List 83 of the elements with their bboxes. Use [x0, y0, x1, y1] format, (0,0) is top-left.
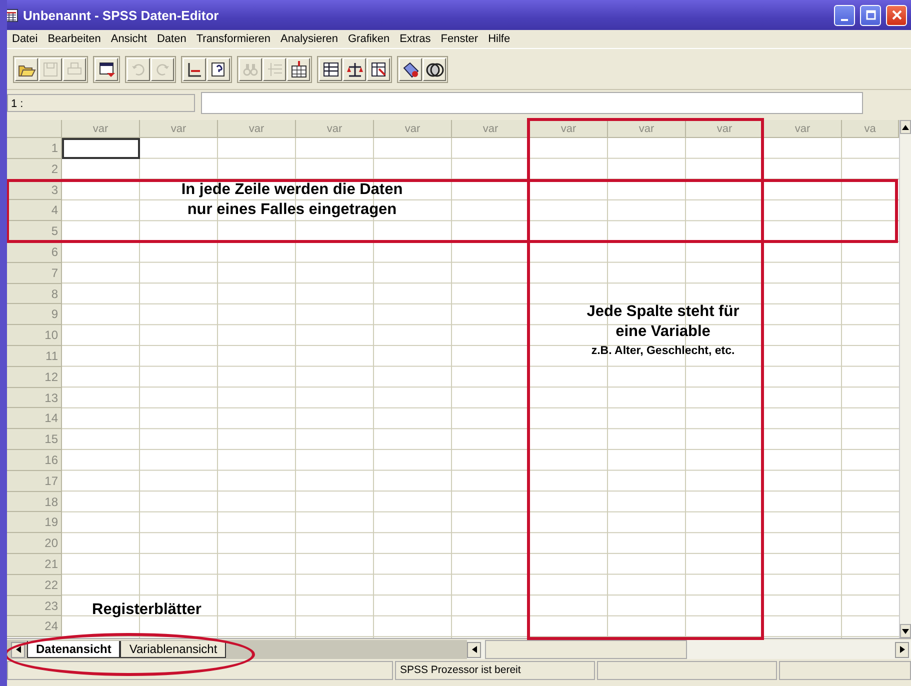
- column-header[interactable]: var: [140, 120, 218, 138]
- row-header[interactable]: 21: [7, 554, 62, 575]
- cell-reference: 1 :: [7, 94, 195, 112]
- column-header[interactable]: var: [296, 120, 374, 138]
- row-header[interactable]: 15: [7, 429, 62, 450]
- row-header[interactable]: 7: [7, 262, 62, 284]
- row-header[interactable]: 17: [7, 470, 62, 492]
- menu-item[interactable]: Datei: [7, 33, 43, 45]
- maximize-button[interactable]: [860, 4, 881, 26]
- column-header[interactable]: var: [608, 120, 686, 138]
- toolbar-button[interactable]: [343, 58, 366, 80]
- toolbar-button[interactable]: [287, 58, 310, 80]
- column-header[interactable]: var: [218, 120, 296, 138]
- column-header[interactable]: va: [842, 120, 899, 138]
- annotation-text: In jede Zeile werden die Daten nur eines Falles eingetragen: [180, 180, 404, 220]
- tag-icon: [401, 60, 420, 78]
- row-header[interactable]: 13: [7, 388, 62, 408]
- row-header[interactable]: 4: [7, 200, 62, 222]
- toolbar-button[interactable]: [207, 58, 230, 80]
- toolbar-button[interactable]: [399, 58, 422, 80]
- menu-item[interactable]: Transformieren: [191, 33, 276, 45]
- menu-item[interactable]: Fenster: [436, 33, 484, 45]
- column-header[interactable]: var: [452, 120, 530, 138]
- row-header[interactable]: 8: [7, 284, 62, 304]
- toolbar-button[interactable]: [367, 58, 390, 80]
- up-arrow-icon: [902, 124, 909, 130]
- column-header[interactable]: var: [62, 120, 140, 138]
- row-header[interactable]: 9: [7, 304, 62, 326]
- sheet-tab[interactable]: Datenansicht: [27, 641, 120, 658]
- row-header[interactable]: 18: [7, 492, 62, 512]
- column-header[interactable]: var: [686, 120, 764, 138]
- toolbar-button[interactable]: [183, 58, 206, 80]
- row-header[interactable]: 14: [7, 408, 62, 430]
- menu-item[interactable]: Daten: [152, 33, 192, 45]
- cell-editor-field[interactable]: [201, 92, 863, 114]
- scroll-right-icon: [900, 646, 904, 653]
- menu-item[interactable]: Grafiken: [343, 33, 395, 45]
- row-header[interactable]: 24: [7, 616, 62, 638]
- row-header[interactable]: 16: [7, 450, 62, 471]
- toolbar-button[interactable]: [423, 58, 446, 80]
- window-title: Unbenannt - SPSS Daten-Editor: [23, 8, 220, 22]
- row-header[interactable]: 20: [7, 533, 62, 554]
- insert-column-icon: [289, 60, 308, 78]
- filter-table-icon: [369, 60, 388, 78]
- minimize-icon: [841, 18, 848, 20]
- menu-item[interactable]: Analysieren: [276, 33, 343, 45]
- vertical-scrollbar[interactable]: [899, 120, 911, 638]
- scroll-left-icon: [16, 646, 20, 653]
- toolbar-button[interactable]: [15, 58, 38, 80]
- menu-item[interactable]: Ansicht: [106, 33, 152, 45]
- menu-item[interactable]: Bearbeiten: [42, 33, 106, 45]
- app-icon: [7, 8, 18, 22]
- close-icon: [892, 10, 902, 20]
- menu-item[interactable]: Hilfe: [483, 33, 516, 45]
- table-icon: [321, 60, 340, 78]
- down-arrow-icon: [902, 628, 909, 634]
- column-header[interactable]: var: [530, 120, 608, 138]
- row-header[interactable]: 22: [7, 574, 62, 596]
- horizontal-scrollbar[interactable]: [467, 640, 911, 659]
- maximize-icon: [866, 10, 876, 20]
- row-header[interactable]: 23: [7, 596, 62, 616]
- sheet-tab[interactable]: Variablenansicht: [120, 641, 226, 658]
- column-header[interactable]: var: [764, 120, 842, 138]
- row-header[interactable]: 6: [7, 242, 62, 263]
- annotation-text: Registerblätter: [92, 600, 202, 620]
- row-header[interactable]: 10: [7, 325, 62, 346]
- row-header[interactable]: 12: [7, 366, 62, 388]
- close-button[interactable]: [886, 4, 907, 26]
- column-header[interactable]: var: [374, 120, 452, 138]
- annotation-detail: z.B. Alter, Geschlecht, etc.: [590, 344, 736, 359]
- status-message: SPSS Prozessor ist bereit: [395, 661, 595, 680]
- row-header[interactable]: 2: [7, 158, 62, 180]
- scroll-left-icon: [472, 646, 476, 653]
- toolbar-button[interactable]: [95, 58, 118, 80]
- selected-cell[interactable]: [62, 138, 140, 159]
- row-header[interactable]: 11: [7, 346, 62, 367]
- annotation-text: Jede Spalte steht für eine Variable: [586, 302, 740, 342]
- toolbar-button[interactable]: [319, 58, 342, 80]
- row-header[interactable]: 19: [7, 512, 62, 534]
- row-header[interactable]: 1: [7, 138, 62, 159]
- menu-item[interactable]: Extras: [394, 33, 436, 45]
- dialog-icon: [97, 60, 116, 78]
- minimize-button[interactable]: [834, 4, 855, 26]
